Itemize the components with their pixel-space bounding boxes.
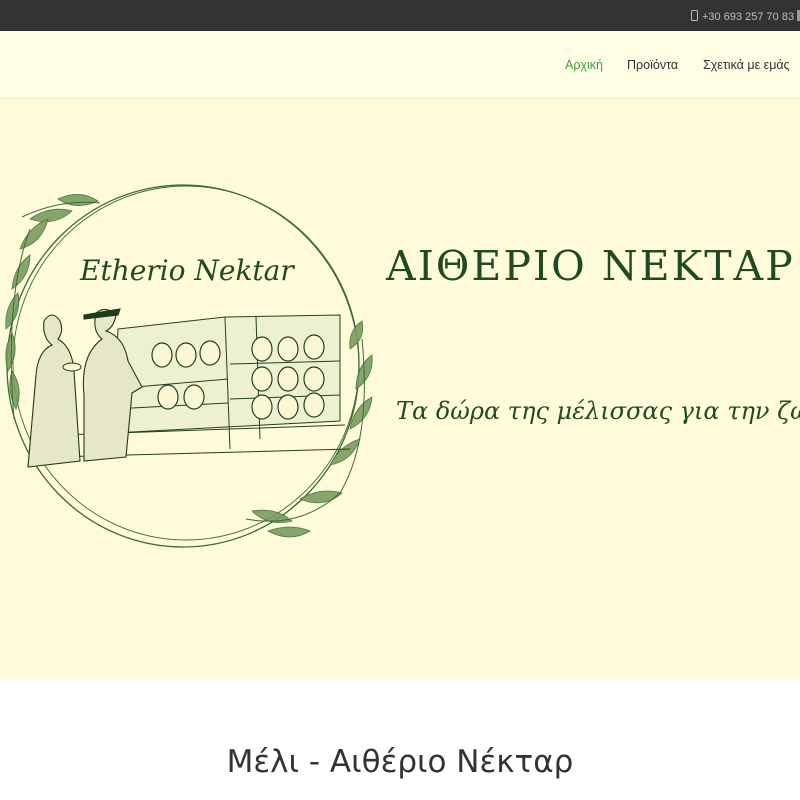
phone-contact[interactable]: +30 693 257 70 83 <box>691 10 794 23</box>
hero-tagline: Τα δώρα της μέλισσας για την ζωή <box>396 397 800 425</box>
site-header: Αρχική Προϊόντα Σχετικά με εμάς <box>0 31 800 99</box>
section-title: Μέλι - Αιθέριο Νέκταρ <box>226 744 574 780</box>
top-contact-bar: +30 693 257 70 83 <box>0 0 800 31</box>
hero-banner: Etherio Nektar ΑΙΘΕΡΙΟ ΝΕΚΤΑΡ Τα δώρα τη… <box>0 99 800 680</box>
etherio-nektar-logo: Etherio Nektar <box>5 184 373 548</box>
mobile-phone-icon <box>691 10 698 21</box>
nav-item-products[interactable]: Προϊόντα <box>627 58 678 72</box>
hero-title: ΑΙΘΕΡΙΟ ΝΕΚΤΑΡ <box>386 242 795 290</box>
logo-script-text: Etherio Nektar <box>79 254 295 287</box>
phone-number: +30 693 257 70 83 <box>702 11 795 23</box>
nav-item-home[interactable]: Αρχική <box>565 58 603 72</box>
nav-item-about[interactable]: Σχετικά με εμάς <box>703 58 790 72</box>
